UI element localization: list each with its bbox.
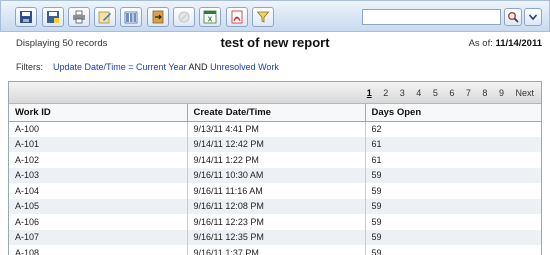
days-open-cell: 62 [365, 121, 541, 137]
days-open-cell: 59 [365, 245, 541, 255]
filter-operator: AND [188, 62, 208, 72]
work-id-cell: A-101 [9, 136, 188, 152]
page-3-link[interactable]: 3 [400, 88, 405, 98]
table-row[interactable]: A-101 9/14/11 12:42 PM 61 [9, 136, 541, 152]
page-6-link[interactable]: 6 [449, 88, 454, 98]
page-4-link[interactable]: 4 [416, 88, 421, 98]
report-grid: 1 2 3 4 5 6 7 8 9 Next Work ID Create Da… [8, 81, 542, 255]
page-9-link[interactable]: 9 [499, 88, 504, 98]
work-id-cell: A-103 [9, 167, 188, 183]
table-row[interactable]: A-107 9/16/11 12:35 PM 59 [9, 229, 541, 245]
clear-search-button[interactable] [524, 8, 542, 26]
pdf-icon [231, 10, 243, 24]
create-date-cell: 9/16/11 12:35 PM [187, 229, 366, 245]
days-open-cell: 59 [365, 198, 541, 214]
table-row[interactable]: A-102 9/14/11 1:22 PM 61 [9, 152, 541, 168]
days-open-cell: 59 [365, 214, 541, 230]
print-icon [73, 10, 85, 24]
page-1-link[interactable]: 1 [367, 88, 372, 98]
create-date-cell: 9/13/11 4:41 PM [187, 121, 366, 137]
create-date-cell: 9/16/11 12:08 PM [187, 198, 366, 214]
days-open-cell: 59 [365, 167, 541, 183]
table-header-row: Work ID Create Date/Time Days Open [9, 104, 541, 122]
filter-unresolved-work[interactable]: Unresolved Work [210, 62, 279, 72]
svg-text:X: X [208, 17, 213, 24]
create-date-cell: 9/14/11 1:22 PM [187, 152, 366, 168]
create-date-cell: 9/16/11 12:23 PM [187, 214, 366, 230]
work-id-cell: A-106 [9, 214, 188, 230]
next-page-link[interactable]: Next [515, 88, 534, 98]
filter-icon [256, 11, 270, 23]
toolbar: X [0, 0, 550, 32]
export-icon [152, 10, 164, 24]
work-id-cell: A-105 [9, 198, 188, 214]
save-as-button[interactable] [42, 7, 64, 27]
save-as-icon [47, 11, 59, 23]
create-date-cell: 9/16/11 10:30 AM [187, 167, 366, 183]
pager: 1 2 3 4 5 6 7 8 9 Next [358, 88, 534, 98]
edit-report-icon [98, 11, 111, 24]
excel-icon: X [203, 10, 217, 24]
filters-bar: Filters: Update Date/Time = Current Year… [16, 62, 279, 72]
search-button[interactable] [504, 8, 522, 26]
column-header-days-open[interactable]: Days Open [365, 104, 541, 122]
filter-button[interactable] [252, 7, 274, 27]
search-input[interactable] [362, 9, 501, 25]
chevron-down-icon [528, 14, 538, 21]
page-7-link[interactable]: 7 [466, 88, 471, 98]
delete-icon [178, 11, 190, 23]
as-of-label: As of: [468, 38, 493, 49]
filters-label: Filters: [16, 62, 43, 72]
table-row[interactable]: A-106 9/16/11 12:23 PM 59 [9, 214, 541, 230]
print-button[interactable] [68, 7, 90, 27]
create-date-cell: 9/16/11 1:37 PM [187, 245, 366, 255]
search-icon [508, 12, 519, 23]
excel-button[interactable]: X [199, 7, 221, 27]
table-row[interactable]: A-100 9/13/11 4:41 PM 62 [9, 121, 541, 137]
page-2-link[interactable]: 2 [383, 88, 388, 98]
edit-report-button[interactable] [94, 7, 116, 27]
delete-button[interactable] [173, 7, 195, 27]
work-id-cell: A-108 [9, 245, 188, 255]
page-8-link[interactable]: 8 [482, 88, 487, 98]
pdf-button[interactable] [226, 7, 248, 27]
records-table: Work ID Create Date/Time Days Open A-100… [9, 104, 541, 255]
days-open-cell: 61 [365, 152, 541, 168]
column-header-work-id[interactable]: Work ID [9, 104, 188, 122]
table-row[interactable]: A-108 9/16/11 1:37 PM 59 [9, 245, 541, 255]
work-id-cell: A-104 [9, 183, 188, 199]
as-of-value: 11/14/2011 [495, 38, 543, 49]
page-5-link[interactable]: 5 [433, 88, 438, 98]
columns-button[interactable] [120, 7, 142, 27]
work-id-cell: A-100 [9, 121, 188, 137]
work-id-cell: A-107 [9, 229, 188, 245]
days-open-cell: 59 [365, 229, 541, 245]
as-of-date: As of: 11/14/2011 [469, 38, 542, 49]
pager-bar: 1 2 3 4 5 6 7 8 9 Next [9, 82, 541, 104]
table-row[interactable]: A-104 9/16/11 11:16 AM 59 [9, 183, 541, 199]
save-button[interactable] [15, 7, 37, 27]
save-icon [20, 11, 32, 23]
days-open-cell: 61 [365, 136, 541, 152]
report-title: test of new report [220, 35, 330, 50]
column-header-create-date[interactable]: Create Date/Time [187, 104, 366, 122]
columns-icon [124, 11, 138, 24]
table-row[interactable]: A-103 9/16/11 10:30 AM 59 [9, 167, 541, 183]
export-button[interactable] [147, 7, 169, 27]
create-date-cell: 9/14/11 12:42 PM [187, 136, 366, 152]
table-row[interactable]: A-105 9/16/11 12:08 PM 59 [9, 198, 541, 214]
work-id-cell: A-102 [9, 152, 188, 168]
filter-update-date[interactable]: Update Date/Time = Current Year [53, 62, 187, 72]
create-date-cell: 9/16/11 11:16 AM [187, 183, 366, 199]
days-open-cell: 59 [365, 183, 541, 199]
